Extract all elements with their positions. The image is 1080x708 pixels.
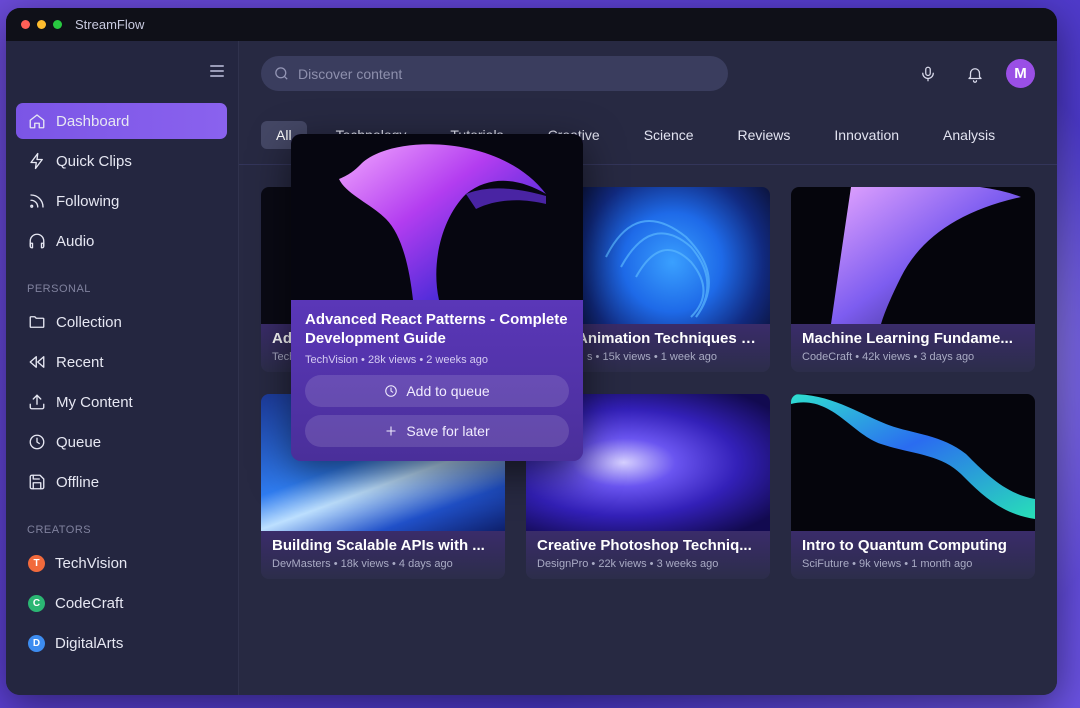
video-thumbnail (791, 394, 1035, 531)
video-meta: CodeCraft • 42k views • 3 days ago (802, 351, 975, 363)
sidebar-item-label: Offline (56, 473, 100, 491)
video-hover-preview[interactable]: Advanced React Patterns - Complete Devel… (291, 134, 583, 461)
sidebar-item-label: Following (56, 192, 120, 210)
sidebar-item-queue[interactable]: Queue (16, 424, 227, 460)
add-to-queue-button[interactable]: Add to queue (305, 375, 569, 407)
sidebar-item-my-content[interactable]: My Content (16, 384, 227, 420)
sidebar-item-label: Audio (56, 232, 95, 250)
video-title: Creative Photoshop Techniq... (537, 537, 752, 554)
tab-innovation[interactable]: Innovation (819, 121, 914, 149)
microphone-icon[interactable] (919, 65, 937, 83)
creator-avatar: C (28, 594, 45, 612)
creator-item-codecraft[interactable]: C CodeCraft (16, 585, 227, 621)
tab-science[interactable]: Science (629, 121, 709, 149)
search-placeholder: Discover content (298, 65, 403, 82)
save-for-later-label: Save for later (406, 423, 490, 439)
creator-name: CodeCraft (55, 594, 124, 612)
preview-thumbnail (291, 134, 583, 300)
video-card[interactable]: Intro to Quantum Computing SciFuture • 9… (791, 394, 1035, 579)
search-input[interactable]: Discover content (261, 56, 728, 91)
home-icon (28, 112, 46, 130)
creator-item-digitalarts[interactable]: D DigitalArts (16, 625, 227, 661)
tab-analysis[interactable]: Analysis (928, 121, 1010, 149)
upload-icon (28, 393, 46, 411)
creator-name: DigitalArts (55, 634, 124, 652)
close-window-button[interactable] (21, 20, 30, 29)
sidebar-item-quick-clips[interactable]: Quick Clips (16, 143, 227, 179)
video-meta: DevMasters • 18k views • 4 days ago (272, 558, 453, 570)
video-meta: DesignPro • 22k views • 3 weeks ago (537, 558, 719, 570)
maximize-window-button[interactable] (53, 20, 62, 29)
sidebar-item-dashboard[interactable]: Dashboard (16, 103, 227, 139)
preview-meta: TechVision • 28k views • 2 weeks ago (305, 354, 488, 366)
lightning-icon (28, 152, 46, 170)
video-card[interactable]: Machine Learning Fundame... CodeCraft • … (791, 187, 1035, 372)
sidebar-item-label: My Content (56, 393, 133, 411)
folder-icon (28, 313, 46, 331)
video-title: Intro to Quantum Computing (802, 537, 1007, 554)
sidebar-item-label: Collection (56, 313, 122, 331)
rewind-icon (28, 353, 46, 371)
sidebar: Dashboard Quick Clips Following Audio PE… (6, 41, 239, 695)
rss-icon (28, 192, 46, 210)
sidebar-item-following[interactable]: Following (16, 183, 227, 219)
sidebar-item-label: Queue (56, 433, 102, 451)
minimize-window-button[interactable] (37, 20, 46, 29)
sidebar-item-audio[interactable]: Audio (16, 223, 227, 259)
creator-avatar: T (28, 554, 45, 572)
section-label-creators: CREATORS (27, 524, 92, 536)
sidebar-item-label: Dashboard (56, 112, 130, 130)
creator-avatar: D (28, 634, 45, 652)
title-bar: StreamFlow (6, 8, 1057, 41)
tab-reviews[interactable]: Reviews (723, 121, 806, 149)
menu-toggle-icon[interactable] (210, 65, 224, 77)
creator-name: TechVision (55, 554, 128, 572)
sidebar-item-label: Quick Clips (56, 152, 132, 170)
video-thumbnail (791, 187, 1035, 324)
clock-icon (28, 433, 46, 451)
headphones-icon (28, 232, 46, 250)
app-title: StreamFlow (75, 17, 145, 32)
section-label-personal: PERSONAL (27, 283, 91, 295)
video-title: Machine Learning Fundame... (802, 330, 1013, 347)
sidebar-item-offline[interactable]: Offline (16, 464, 227, 500)
search-icon (275, 67, 288, 80)
sidebar-item-label: Recent (56, 353, 104, 371)
user-avatar[interactable]: M (1006, 59, 1035, 88)
save-for-later-button[interactable]: Save for later (305, 415, 569, 447)
video-title: Building Scalable APIs with ... (272, 537, 485, 554)
save-icon (28, 473, 46, 491)
add-to-queue-label: Add to queue (406, 383, 490, 399)
sidebar-item-recent[interactable]: Recent (16, 344, 227, 380)
clock-icon (385, 385, 398, 397)
sidebar-item-collection[interactable]: Collection (16, 304, 227, 340)
bell-icon[interactable] (966, 65, 984, 83)
preview-title: Advanced React Patterns - Complete Devel… (305, 311, 568, 347)
plus-icon (386, 426, 396, 436)
video-meta: SciFuture • 9k views • 1 month ago (802, 558, 973, 570)
creator-item-techvision[interactable]: T TechVision (16, 545, 227, 581)
